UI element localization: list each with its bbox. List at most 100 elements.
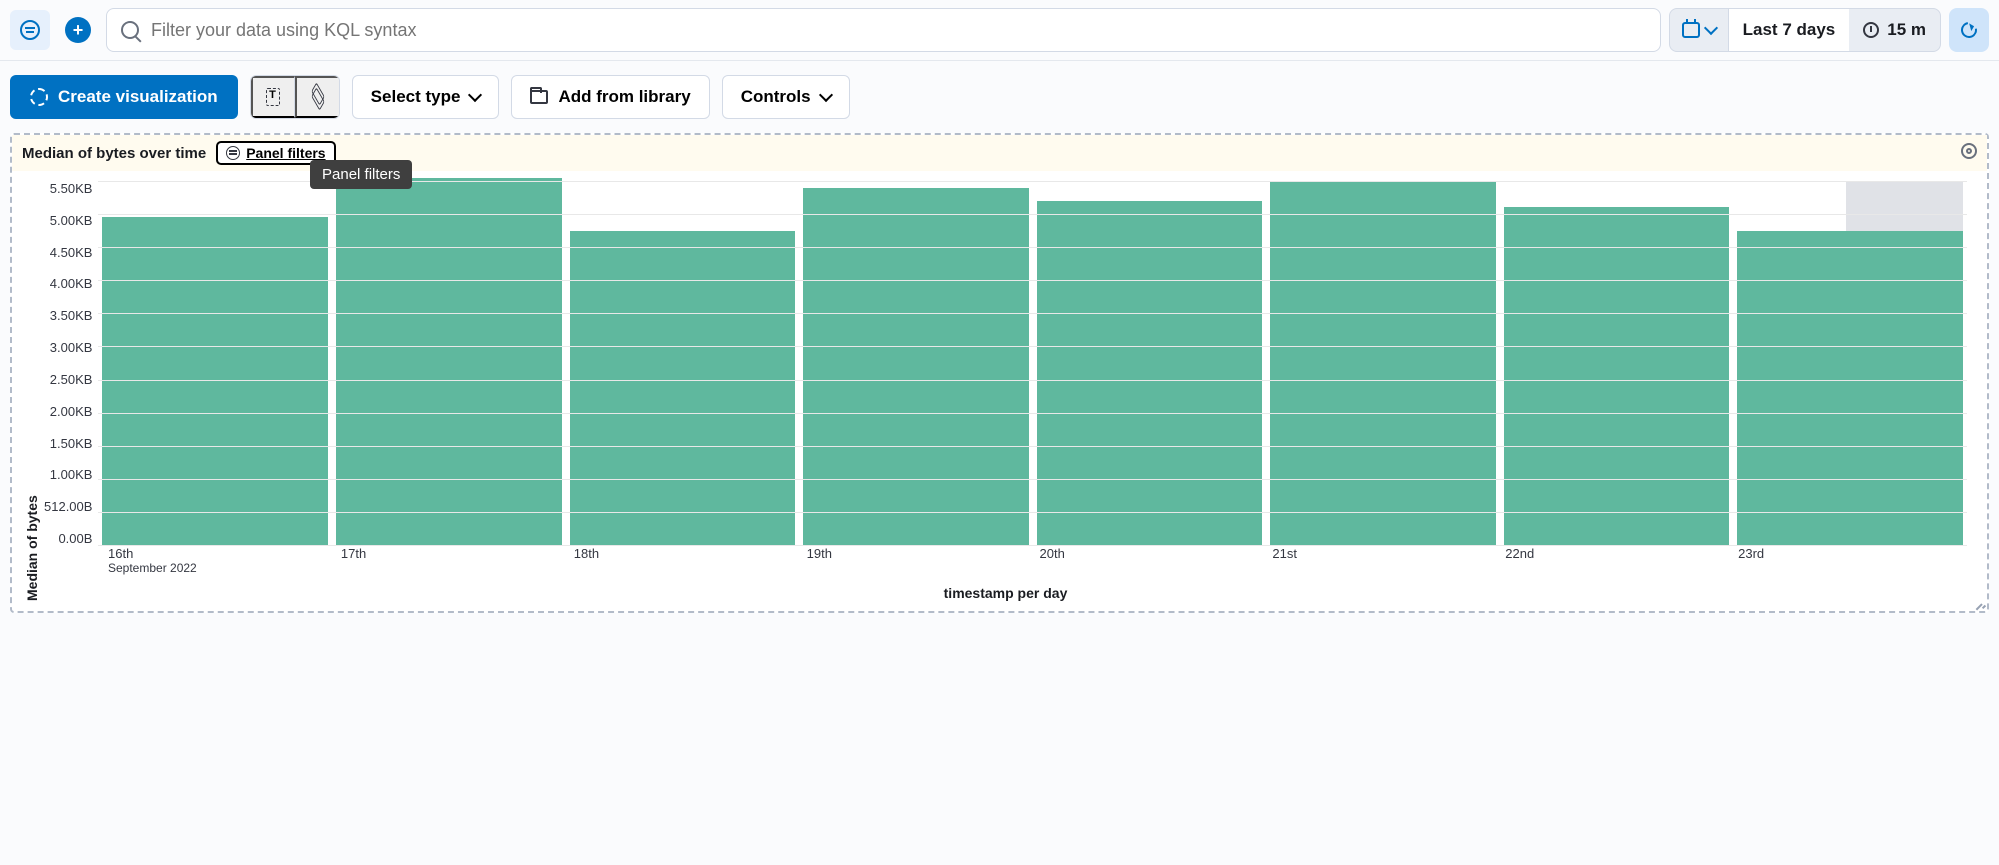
add-from-library-button[interactable]: Add from library — [511, 75, 709, 119]
y-tick: 5.00KB — [50, 213, 93, 228]
gridline — [98, 413, 1967, 414]
text-layers-group — [250, 75, 340, 119]
y-tick: 2.00KB — [50, 404, 93, 419]
panel-filters-tooltip: Panel filters — [310, 160, 412, 189]
select-type-label: Select type — [371, 87, 461, 107]
y-axis-ticks: 5.50KB5.00KB4.50KB4.00KB3.50KB3.00KB2.50… — [44, 181, 98, 546]
plot[interactable] — [98, 181, 1967, 546]
gridline — [98, 479, 1967, 480]
controls-label: Controls — [741, 87, 811, 107]
plus-icon: + — [65, 17, 91, 43]
x-tick-label: 18th — [574, 546, 803, 561]
kql-search-box[interactable] — [106, 8, 1661, 52]
gear-icon — [1961, 143, 1977, 159]
resize-handle[interactable] — [1973, 597, 1983, 607]
bar-slot — [332, 181, 566, 545]
folder-icon — [530, 90, 548, 104]
y-tick: 0.00B — [58, 531, 92, 546]
x-tick: 20th — [1036, 546, 1269, 575]
layers-icon — [310, 89, 326, 105]
gridline — [98, 247, 1967, 248]
timer-icon — [1863, 22, 1879, 38]
date-icon-section[interactable] — [1670, 9, 1729, 51]
refresh-button[interactable] — [1949, 8, 1989, 52]
date-picker[interactable]: Last 7 days 15 m — [1669, 8, 1941, 52]
visualization-panel: Median of bytes over time Panel filters … — [10, 133, 1989, 613]
x-axis-title: timestamp per day — [44, 575, 1967, 601]
bar[interactable] — [1037, 201, 1263, 545]
x-tick-sublabel: September 2022 — [108, 561, 337, 575]
select-type-button[interactable]: Select type — [352, 75, 500, 119]
y-tick: 512.00B — [44, 499, 92, 514]
plot-row: 5.50KB5.00KB4.50KB4.00KB3.50KB3.00KB2.50… — [44, 181, 1967, 546]
calendar-icon — [1682, 22, 1700, 38]
x-tick: 21st — [1268, 546, 1501, 575]
kql-input[interactable] — [151, 20, 1646, 41]
y-tick: 5.50KB — [50, 181, 93, 196]
bar-slot — [1733, 181, 1967, 545]
x-tick-label: 23rd — [1738, 546, 1967, 561]
x-tick-label: 16th — [108, 546, 337, 561]
gridline — [98, 380, 1967, 381]
x-tick: 19th — [803, 546, 1036, 575]
x-tick: 18th — [570, 546, 803, 575]
create-viz-label: Create visualization — [58, 87, 218, 107]
y-tick: 3.50KB — [50, 308, 93, 323]
filter-icon — [226, 146, 240, 160]
bar[interactable] — [336, 178, 562, 545]
add-layers-button[interactable] — [295, 76, 339, 118]
panel-wrap: Median of bytes over time Panel filters … — [0, 133, 1999, 623]
bar-slot — [799, 181, 1033, 545]
text-cursor-icon — [266, 88, 280, 106]
add-text-button[interactable] — [251, 76, 295, 118]
panel-title: Median of bytes over time — [22, 145, 206, 162]
reload-icon — [1958, 19, 1980, 41]
bar-slot — [1500, 181, 1734, 545]
bar[interactable] — [102, 217, 328, 545]
x-tick-label: 19th — [807, 546, 1036, 561]
gridline — [98, 313, 1967, 314]
topbar: + Last 7 days 15 m — [0, 0, 1999, 61]
y-tick: 1.00KB — [50, 467, 93, 482]
date-range-label[interactable]: Last 7 days — [1729, 9, 1850, 51]
add-from-library-label: Add from library — [558, 87, 690, 107]
filter-icon — [20, 20, 40, 40]
filter-menu-button[interactable] — [10, 10, 50, 50]
create-visualization-button[interactable]: Create visualization — [10, 75, 238, 119]
dashboard-toolbar: Create visualization Select type Add fro… — [0, 61, 1999, 133]
bar-slot — [566, 181, 800, 545]
add-filter-button[interactable]: + — [58, 10, 98, 50]
x-tick-label: 17th — [341, 546, 570, 561]
x-tick: 23rd — [1734, 546, 1967, 575]
panel-settings-button[interactable] — [1957, 139, 1981, 163]
gridline — [98, 446, 1967, 447]
bar[interactable] — [803, 188, 1029, 545]
gridline — [98, 214, 1967, 215]
y-axis-title: Median of bytes — [20, 181, 44, 601]
y-tick: 4.50KB — [50, 245, 93, 260]
controls-button[interactable]: Controls — [722, 75, 850, 119]
bar-slot — [98, 181, 332, 545]
y-tick: 4.00KB — [50, 276, 93, 291]
bar[interactable] — [1737, 231, 1963, 545]
chevron-down-icon — [1704, 21, 1718, 35]
panel-header: Median of bytes over time Panel filters — [12, 135, 1987, 171]
chevron-down-icon — [468, 88, 482, 102]
lens-icon — [30, 88, 48, 106]
x-tick: 17th — [337, 546, 570, 575]
x-axis-ticks: 16thSeptember 2022 17th 18th 19th 20th21st 22… — [44, 546, 1967, 575]
gridline — [98, 346, 1967, 347]
chevron-down-icon — [819, 88, 833, 102]
refresh-interval-label: 15 m — [1887, 20, 1926, 40]
bar[interactable] — [570, 231, 796, 545]
search-icon — [121, 21, 139, 39]
bar-slot — [1033, 181, 1267, 545]
bar[interactable] — [1270, 181, 1496, 545]
refresh-interval[interactable]: 15 m — [1849, 9, 1940, 51]
x-tick-label: 20th — [1040, 546, 1269, 561]
x-tick: 16thSeptember 2022 — [104, 546, 337, 575]
bar[interactable] — [1504, 207, 1730, 545]
x-tick-label: 22nd — [1505, 546, 1734, 561]
gridline — [98, 512, 1967, 513]
chart-body: 5.50KB5.00KB4.50KB4.00KB3.50KB3.00KB2.50… — [44, 181, 1967, 601]
